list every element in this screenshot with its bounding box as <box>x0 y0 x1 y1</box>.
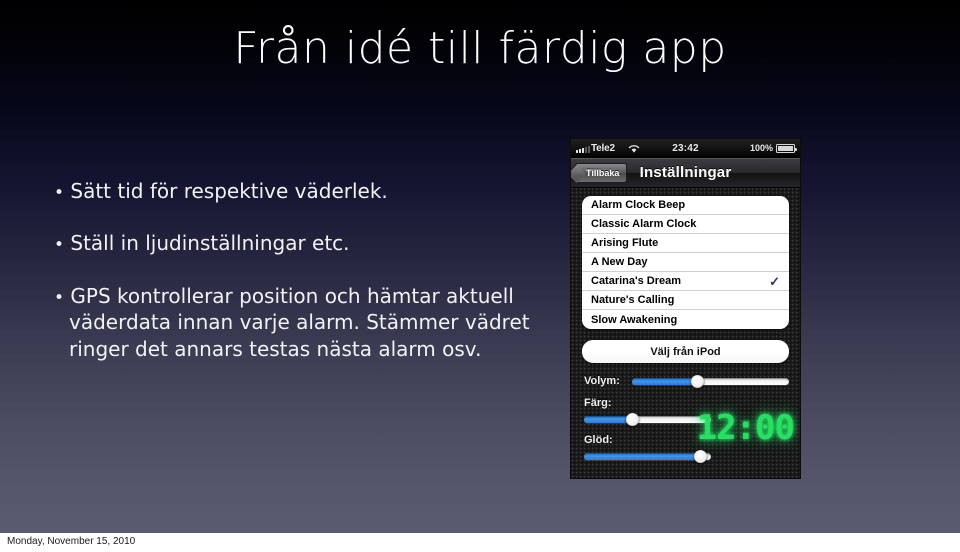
sound-list: Alarm Clock Beep Classic Alarm Clock Ari… <box>582 196 789 329</box>
list-item[interactable]: Slow Awakening <box>582 310 789 329</box>
color-slider-knob[interactable] <box>625 413 639 426</box>
list-item-label: A New Day <box>591 256 648 268</box>
led-clock-display: 12:00 <box>696 408 795 448</box>
status-bar: Tele2 23:42 100% <box>571 139 800 158</box>
presentation-slide: Från idé till färdig app • Sätt tid för … <box>0 0 960 533</box>
list-item[interactable]: Arising Flute <box>582 234 789 253</box>
list-item-label: Classic Alarm Clock <box>591 218 697 230</box>
list-item-selected[interactable]: Catarina's Dream ✓ <box>582 272 789 291</box>
footer-bar: Monday, November 15, 2010 <box>0 533 960 552</box>
bullet-marker-icon: • <box>54 183 65 203</box>
glow-slider-knob[interactable] <box>694 450 708 463</box>
battery-icon <box>776 144 797 153</box>
list-item[interactable]: Nature's Calling <box>582 291 789 310</box>
list-item: • GPS kontrollerar position och hämtar a… <box>54 283 554 362</box>
list-item-label: Nature's Calling <box>591 294 675 306</box>
footer-date: Monday, November 15, 2010 <box>7 536 136 547</box>
choose-from-ipod-button[interactable]: Välj från iPod <box>582 340 789 363</box>
color-slider-label: Färg: <box>584 397 612 409</box>
battery-percent-label: 100% <box>749 143 773 153</box>
iphone-screenshot: Tele2 23:42 100% Tillbaka Inställningar … <box>571 139 800 478</box>
list-item-label: Arising Flute <box>591 237 659 249</box>
checkmark-icon: ✓ <box>769 274 780 289</box>
page-title: Från idé till färdig app <box>233 23 727 74</box>
list-item-label: Catarina's Dream <box>591 275 682 287</box>
list-item-text: Sätt tid för respektive väderlek. <box>70 179 388 203</box>
list-item-text: GPS kontrollerar position och hämtar akt… <box>69 283 530 361</box>
list-item[interactable]: Alarm Clock Beep <box>582 196 789 215</box>
list-item-text: Ställ in ljudinställningar etc. <box>70 231 350 256</box>
bullet-marker-icon: • <box>54 235 65 256</box>
back-button-label: Tillbaka <box>586 168 620 178</box>
list-item-label: Alarm Clock Beep <box>591 199 686 211</box>
nav-bar: Tillbaka Inställningar <box>571 158 800 188</box>
volume-slider-label: Volym: <box>584 375 620 387</box>
color-slider[interactable] <box>584 413 711 426</box>
bullet-list: • Sätt tid för respektive väderlek. • St… <box>54 178 554 362</box>
list-item: • Sätt tid för respektive väderlek. <box>54 178 554 204</box>
glow-slider[interactable] <box>584 450 711 463</box>
glow-slider-label: Glöd: <box>584 434 613 446</box>
list-item-label: Slow Awakening <box>591 313 678 326</box>
volume-slider-knob[interactable] <box>691 375 705 388</box>
volume-slider[interactable] <box>632 375 789 388</box>
list-item[interactable]: A New Day <box>582 253 789 272</box>
list-item[interactable]: Classic Alarm Clock <box>582 215 789 234</box>
list-item: • Ställ in ljudinställningar etc. <box>54 230 554 256</box>
bullet-marker-icon: • <box>54 287 65 308</box>
